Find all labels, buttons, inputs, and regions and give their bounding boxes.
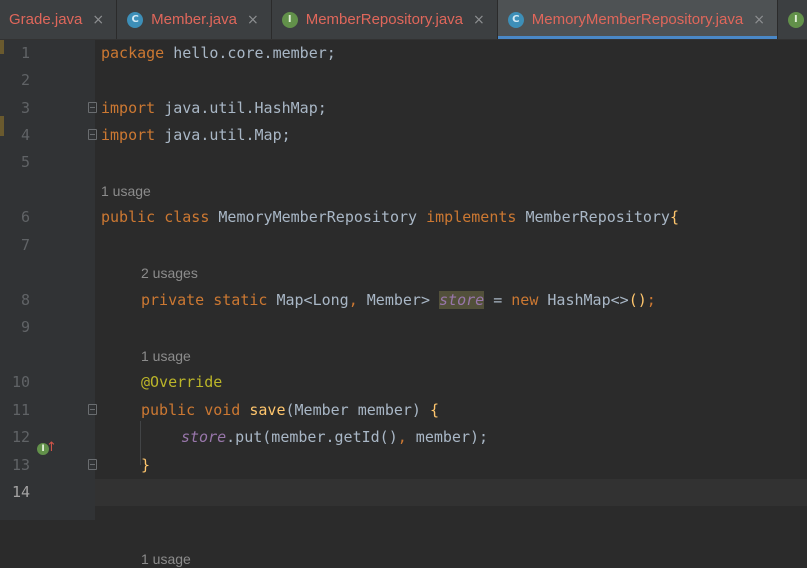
code-line-10: @Override (141, 373, 223, 391)
close-icon[interactable]: × (473, 12, 485, 28)
line-number: 13 (11, 456, 30, 474)
close-icon[interactable]: × (753, 12, 765, 28)
line-number: 2 (20, 71, 30, 89)
code-line-12: store.put(member.getId(), member); (181, 428, 489, 446)
tab-label: MemberRepository.java (305, 11, 463, 28)
tab-label: MemoryMemberRepository.java (531, 11, 744, 28)
tab-label: Grade.java (9, 11, 83, 28)
line-number: 10 (11, 373, 30, 391)
line-number-gutter[interactable]: 1 2 3 4 5 6 7 8 9 10 11 12 13 14 I ↑ (0, 40, 97, 520)
code-line-4: import java.util.Map; (101, 126, 291, 144)
tab-member-repository-java[interactable]: I MemberRepository.java × (272, 0, 497, 39)
line-number: 9 (20, 318, 30, 336)
line-number: 4 (20, 126, 30, 144)
current-line-highlight (95, 479, 807, 506)
editor-tab-bar: Grade.java × C Member.java × I MemberRep… (0, 0, 807, 40)
store-field-highlight: store (439, 291, 485, 309)
code-line-3: import java.util.HashMap; (101, 99, 327, 117)
usage-hint[interactable]: 2 usages (141, 264, 198, 282)
line-number: 1 (20, 44, 30, 62)
line-number: 11 (11, 401, 30, 419)
tab-overflow[interactable]: I M (778, 0, 807, 39)
line-number: 5 (20, 153, 30, 171)
tab-grade-java[interactable]: Grade.java × (0, 0, 116, 39)
usage-hint[interactable]: 1 usage (141, 550, 191, 568)
line-number: 6 (20, 208, 30, 226)
line-number: 3 (20, 99, 30, 117)
code-line-13: } (141, 456, 151, 474)
interface-icon: I (281, 11, 298, 28)
close-icon[interactable]: × (247, 12, 259, 28)
usage-hint[interactable]: 1 usage (101, 182, 151, 200)
line-number: 12 (11, 428, 30, 446)
usage-hint[interactable]: 1 usage (141, 347, 191, 365)
class-icon: C (507, 11, 524, 28)
code-line-1: package hello.core.member; (101, 44, 336, 62)
code-line-6: public class MemoryMemberRepository impl… (101, 208, 679, 226)
code-editor[interactable]: package hello.core.member; import java.u… (95, 40, 807, 567)
line-number-current: 14 (11, 483, 30, 501)
interface-icon: I (787, 11, 804, 28)
tab-memory-member-repository-java[interactable]: C MemoryMemberRepository.java × (497, 0, 778, 39)
line-number: 7 (20, 236, 30, 254)
tab-member-java[interactable]: C Member.java × (117, 0, 271, 39)
close-icon[interactable]: × (92, 12, 104, 28)
code-line-11: public void save(Member member) { (141, 401, 440, 419)
code-line-8: private static Map<Long, Member> store =… (141, 291, 656, 309)
tab-label: Member.java (151, 11, 237, 28)
line-number: 8 (20, 291, 30, 309)
class-icon: C (127, 11, 144, 28)
override-arrow-icon[interactable]: ↑ (46, 440, 57, 456)
